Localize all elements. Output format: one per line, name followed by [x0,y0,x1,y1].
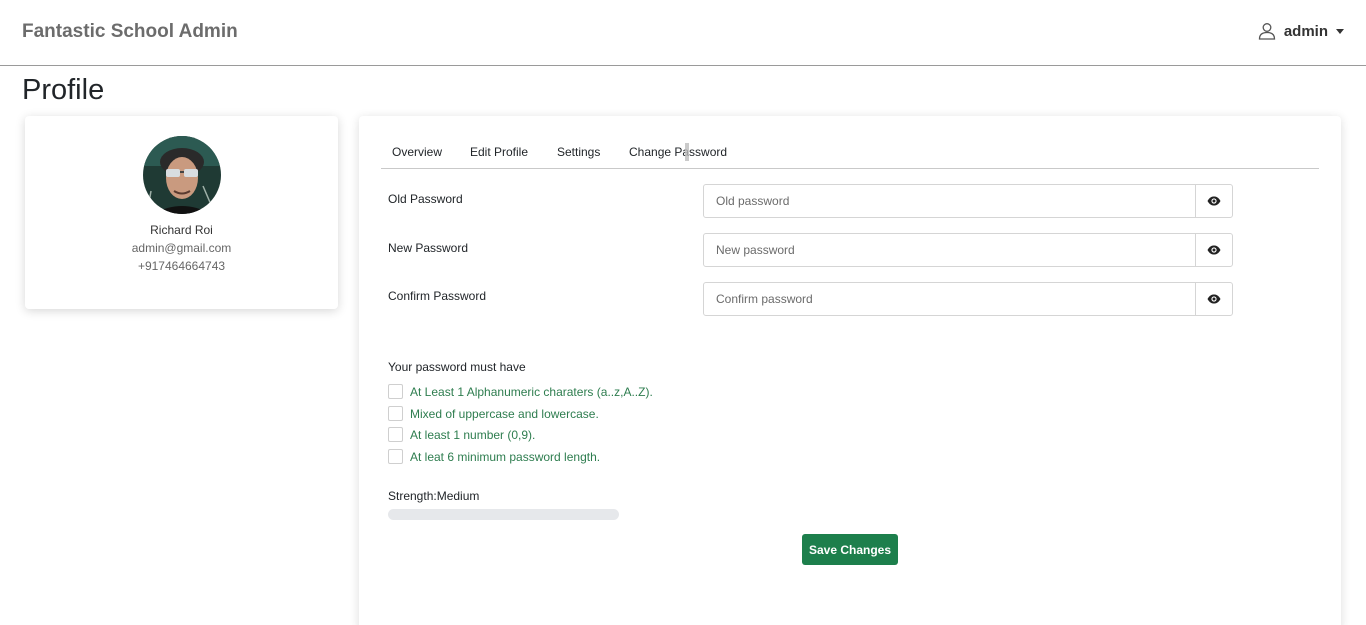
strength-bar [388,509,619,520]
strength-label: Strength:Medium [388,489,480,503]
requirement-item: At Least 1 Alphanumeric charaters (a..z,… [388,384,653,399]
requirement-text: At least 1 number (0,9). [410,427,536,442]
profile-tabs: Overview Edit Profile Settings Change Pa… [381,143,1319,169]
requirement-item: Mixed of uppercase and lowercase. [388,406,599,421]
requirement-text: At Least 1 Alphanumeric charaters (a..z,… [410,384,653,399]
confirm-password-input[interactable] [704,283,1195,315]
caret-down-icon [1336,28,1344,34]
requirement-item: At leat 6 minimum password length. [388,449,600,464]
tab-change-password[interactable]: Change Password [629,145,727,159]
requirement-checkbox[interactable] [388,406,403,421]
requirement-item: At least 1 number (0,9). [388,427,535,442]
change-password-card: Overview Edit Profile Settings Change Pa… [359,116,1341,625]
tab-edit-profile[interactable]: Edit Profile [470,145,528,159]
top-navbar: Fantastic School Admin admin [0,0,1366,66]
old-password-group [703,184,1233,218]
requirements-title: Your password must have [388,360,526,374]
tab-overview[interactable]: Overview [392,145,442,159]
text-cursor [685,143,689,161]
tab-settings[interactable]: Settings [557,145,600,159]
profile-name: Richard Roi [150,223,213,237]
requirement-checkbox[interactable] [388,449,403,464]
eye-icon[interactable] [1195,185,1232,217]
profile-email: admin@gmail.com [131,241,232,255]
confirm-password-label: Confirm Password [388,289,487,303]
requirement-text: Mixed of uppercase and lowercase. [410,406,599,421]
eye-icon[interactable] [1195,234,1232,266]
requirement-text: At leat 6 minimum password length. [410,449,601,464]
user-name: admin [1283,22,1328,40]
new-password-group [703,233,1233,267]
requirement-checkbox[interactable] [388,427,403,442]
strength-bar-fill [388,509,619,520]
requirement-checkbox[interactable] [388,384,403,399]
new-password-label: New Password [388,241,469,255]
save-changes-button[interactable]: Save Changes [802,534,898,565]
old-password-label: Old Password [388,192,463,206]
confirm-password-group [703,282,1233,316]
user-menu-dropdown[interactable]: admin [1258,22,1344,40]
user-icon [1258,22,1276,40]
profile-phone: +917464664743 [137,259,226,273]
avatar [143,136,221,214]
new-password-input[interactable] [704,234,1195,266]
page-title: Profile [22,74,105,106]
profile-card: Richard Roi admin@gmail.com +91746466474… [25,116,338,309]
old-password-input[interactable] [704,185,1195,217]
brand-logo[interactable]: Fantastic School Admin [22,21,238,43]
eye-icon[interactable] [1195,283,1232,315]
